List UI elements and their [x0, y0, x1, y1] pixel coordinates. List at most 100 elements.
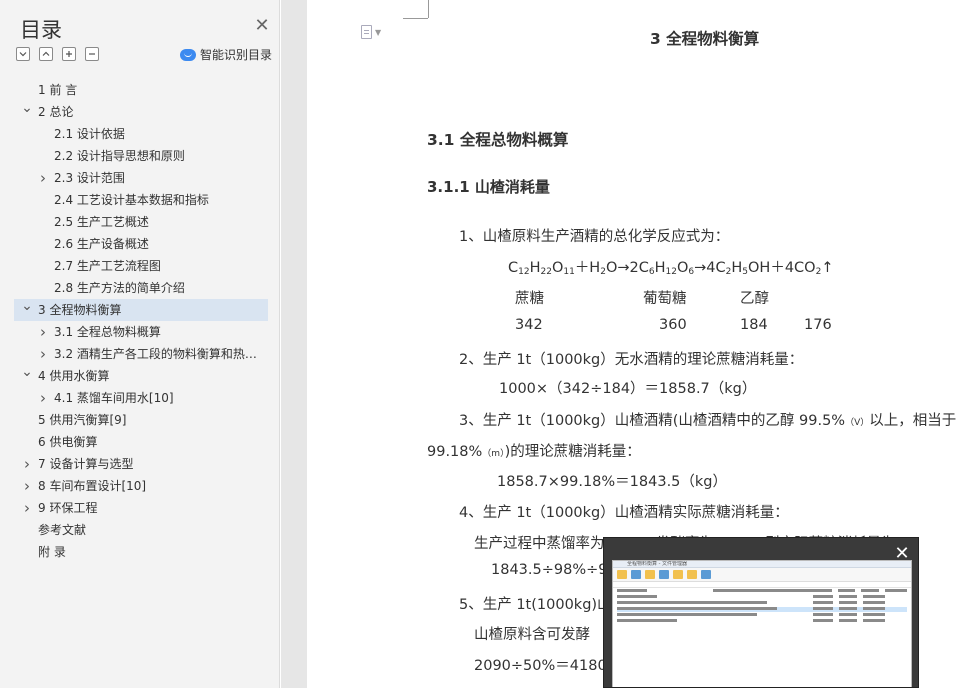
page-corner-mark — [403, 18, 428, 19]
outline-item[interactable]: › 4.1 蒸馏车间用水[10] — [14, 387, 268, 409]
outline-item-label: 2 总论 — [38, 105, 74, 119]
calculation: 1858.7×99.18%＝1843.5（kg） — [497, 474, 728, 490]
outline-item[interactable]: › 3.1 全程总物料概算 — [14, 321, 268, 343]
outline-item[interactable]: 2.4 工艺设计基本数据和指标 — [14, 189, 268, 211]
outline-item-label: 2.6 生产设备概述 — [54, 237, 149, 251]
thumbnail-file-row — [617, 613, 907, 618]
outline-item[interactable]: 6 供电衡算 — [14, 431, 268, 453]
outline-item[interactable]: 2.7 生产工艺流程图 — [14, 255, 268, 277]
outline-item-label: 3 全程物料衡算 — [38, 303, 122, 317]
compound-name: 葡萄糖 — [643, 291, 687, 307]
chevron-right-icon[interactable]: › — [21, 453, 33, 475]
thumbnail-file-row — [617, 601, 907, 606]
paragraph: 2、生产 1t（1000kg）无水酒精的理论蔗糖消耗量： — [459, 352, 804, 368]
document-icon — [361, 25, 372, 39]
outline-title: 目录 — [20, 18, 62, 42]
subsection-title: 3.1.1 山楂消耗量 — [427, 178, 550, 196]
outline-item-label: 2.8 生产方法的简单介绍 — [54, 281, 185, 295]
thumbnail-file-row — [617, 619, 907, 624]
outline-item-label: 2.3 设计范围 — [54, 171, 125, 185]
thumbnail-ribbon — [613, 568, 911, 582]
document-gutter — [281, 0, 307, 688]
paragraph: 5、生产 1t(1000kg)山 — [459, 597, 612, 613]
thumbnail-address-bar — [613, 582, 911, 588]
page-options-button[interactable]: ▼ — [361, 25, 381, 39]
outline-item-label: 4 供用水衡算 — [38, 369, 110, 383]
outline-item[interactable]: 附 录 — [14, 541, 268, 563]
thumbnail-file-row — [617, 589, 907, 594]
outline-item[interactable]: › 2.3 设计范围 — [14, 167, 268, 189]
outline-item[interactable]: › 3.2 酒精生产各工段的物料衡算和热… — [14, 343, 268, 365]
thumbnail-preview: 全程物料衡算 - 文件管理器 — [612, 560, 912, 687]
paragraph: 1、山楂原料生产酒精的总化学反应式为： — [459, 229, 730, 245]
compound-name: 蔗糖 — [515, 291, 544, 307]
smart-toc-label: 智能识别目录 — [200, 48, 273, 62]
outline-item[interactable]: ⌄ 3 全程物料衡算 — [14, 299, 268, 321]
outline-item[interactable]: 5 供用汽衡算[9] — [14, 409, 268, 431]
outline-item-label: 2.1 设计依据 — [54, 127, 125, 141]
outline-item-label: 3.1 全程总物料概算 — [54, 325, 161, 339]
chevron-right-icon[interactable]: › — [21, 475, 33, 497]
chemical-equation: C12H22O11＋H2O→2C6H12O6→4C2H5OH＋4CO2↑ — [508, 260, 834, 277]
outline-item[interactable]: 2.8 生产方法的简单介绍 — [14, 277, 268, 299]
expand-all-icon[interactable] — [16, 47, 30, 61]
thumbnail-window-title: 全程物料衡算 - 文件管理器 — [613, 561, 911, 568]
section-title: 3.1 全程总物料概算 — [427, 131, 569, 149]
calculation: 2090÷50%＝4180（ — [474, 658, 622, 674]
chevron-right-icon[interactable]: › — [37, 321, 49, 343]
outline-item-label: 2.2 设计指导思想和原则 — [54, 149, 185, 163]
outline-item-label: 附 录 — [38, 545, 66, 559]
outline-item-label: 5 供用汽衡算[9] — [38, 413, 127, 427]
chevron-down-icon[interactable]: ⌄ — [21, 299, 33, 317]
outline-toolbar — [16, 47, 99, 61]
paragraph: 4、生产 1t（1000kg）山楂酒精实际蔗糖消耗量： — [459, 505, 789, 521]
add-heading-icon[interactable] — [62, 47, 76, 61]
collapse-all-icon[interactable] — [39, 47, 53, 61]
outline-item-label: 2.4 工艺设计基本数据和指标 — [54, 193, 209, 207]
screenshot-thumbnail[interactable]: ✕ 全程物料衡算 - 文件管理器 — [603, 537, 919, 688]
outline-item[interactable]: › 8 车间布置设计[10] — [14, 475, 268, 497]
outline-item[interactable]: › 7 设备计算与选型 — [14, 453, 268, 475]
molar-mass: 360 — [659, 317, 687, 333]
outline-item[interactable]: › 9 环保工程 — [14, 497, 268, 519]
chevron-right-icon[interactable]: › — [37, 167, 49, 189]
chevron-right-icon[interactable]: › — [37, 343, 49, 365]
outline-list: 1 前 言 ⌄ 2 总论 2.1 设计依据 2.2 设计指导思想和原则 › 2.3 设计范围… — [14, 79, 268, 563]
outline-item-label: 2.7 生产工艺流程图 — [54, 259, 161, 273]
outline-item[interactable]: ⌄ 2 总论 — [14, 101, 268, 123]
page-corner-mark — [428, 0, 429, 18]
calculation: 1000×（342÷184）＝1858.7（kg） — [499, 381, 757, 397]
paragraph: 山楂原料含可发酵 — [474, 627, 590, 643]
chevron-down-icon[interactable]: ⌄ — [21, 365, 33, 383]
smart-toc-button[interactable]: 智能识别目录 — [180, 46, 272, 63]
outline-item-label: 8 车间布置设计[10] — [38, 479, 147, 493]
outline-item[interactable]: 2.5 生产工艺概述 — [14, 211, 268, 233]
outline-item-label: 参考文献 — [38, 523, 87, 537]
molar-mass: 342 — [515, 317, 543, 333]
paragraph: 99.18%（m）)的理论蔗糖消耗量： — [427, 444, 641, 460]
molar-mass: 184 — [740, 317, 768, 333]
outline-item-label: 9 环保工程 — [38, 501, 98, 515]
outline-item[interactable]: 参考文献 — [14, 519, 268, 541]
outline-item[interactable]: ⌄ 4 供用水衡算 — [14, 365, 268, 387]
ai-cloud-icon — [180, 48, 196, 61]
paragraph: 3、生产 1t（1000kg）山楂酒精(山楂酒精中的乙醇 99.5%（V）以上，… — [459, 413, 957, 429]
thumbnail-file-row — [617, 607, 907, 612]
outline-panel: 目录 ✕ 智能识别目录 1 前 言 ⌄ 2 总论 2.1 设计依据 2.2 设计指导思想… — [0, 0, 280, 688]
molar-mass: 176 — [804, 317, 832, 333]
chevron-right-icon[interactable]: › — [21, 497, 33, 519]
close-icon[interactable]: ✕ — [252, 16, 272, 36]
outline-item[interactable]: 2.1 设计依据 — [14, 123, 268, 145]
outline-item[interactable]: 2.6 生产设备概述 — [14, 233, 268, 255]
outline-item-label: 1 前 言 — [38, 83, 78, 97]
caret-down-icon: ▼ — [375, 27, 382, 37]
outline-item-label: 3.2 酒精生产各工段的物料衡算和热… — [54, 347, 257, 361]
compound-name: 乙醇 — [740, 291, 769, 307]
outline-item[interactable]: 2.2 设计指导思想和原则 — [14, 145, 268, 167]
outline-item[interactable]: 1 前 言 — [14, 79, 268, 101]
chevron-down-icon[interactable]: ⌄ — [21, 101, 33, 119]
outline-item-label: 4.1 蒸馏车间用水[10] — [54, 391, 174, 405]
remove-heading-icon[interactable] — [85, 47, 99, 61]
chevron-right-icon[interactable]: › — [37, 387, 49, 409]
thumbnail-file-row — [617, 595, 907, 600]
